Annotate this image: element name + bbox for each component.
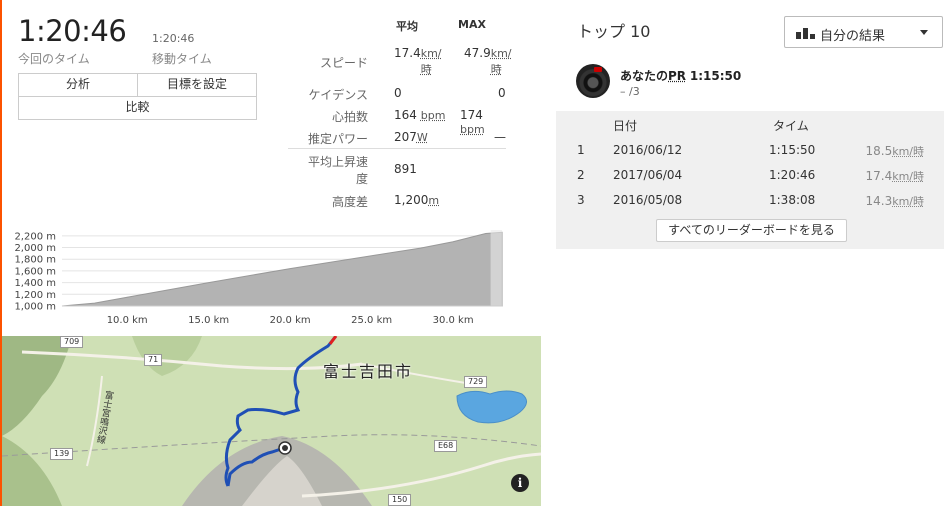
y-tick-label: 2,200 m — [14, 231, 56, 242]
lake — [456, 390, 527, 424]
stat-label: 推定パワー — [307, 132, 368, 146]
forest-north — [132, 336, 202, 376]
stats-divider — [288, 148, 506, 149]
stat-max: 0 — [498, 86, 506, 100]
time: 1:15:50 — [769, 143, 816, 157]
stat-label: スピード — [319, 56, 368, 70]
compare-button[interactable]: 比較 — [19, 97, 256, 119]
date: 2016/05/08 — [613, 193, 683, 207]
y-tick-label: 1,200 m — [14, 290, 56, 301]
x-tick-label: 15.0 km — [188, 315, 229, 326]
avatar[interactable] — [576, 64, 610, 98]
y-tick-label: 1,000 m — [14, 302, 56, 313]
set-goal-button[interactable]: 目標を設定 — [137, 74, 256, 96]
stat-avg: 207W — [394, 130, 428, 144]
pr-rank: – /3 — [620, 85, 640, 98]
table-row[interactable]: 3 2016/05/08 1:38:08 14.3km/時 — [556, 187, 944, 211]
rank: 1 — [577, 143, 585, 157]
moving-time: 1:20:46 — [152, 32, 195, 45]
action-buttons: 分析 目標を設定 比較 — [18, 73, 257, 120]
stat-max: — — [494, 130, 506, 144]
moving-time-label: 移動タイム — [152, 52, 212, 66]
personal-record: あなたのPR 1:15:50 – /3 — [556, 56, 944, 110]
stat-label: 高度差 — [331, 195, 368, 209]
filter-label: 自分の結果 — [820, 29, 886, 44]
speed: 18.5km/時 — [865, 144, 924, 158]
stat-label: 平均上昇速度 — [308, 155, 369, 186]
chevron-down-icon — [920, 30, 928, 35]
finish-flag-icon-center — [282, 445, 288, 451]
road-label: 71 — [144, 354, 163, 366]
analysis-button[interactable]: 分析 — [19, 74, 137, 96]
column-date: 日付 — [613, 119, 638, 133]
view-all-leaderboards-button[interactable]: すべてのリーダーボードを見る — [656, 219, 847, 242]
x-tick-label: 25.0 km — [351, 315, 392, 326]
speed: 14.3km/時 — [865, 194, 924, 208]
x-tick-label: 20.0 km — [270, 315, 311, 326]
road-label: 150 — [388, 494, 412, 506]
bar-chart-icon — [796, 28, 815, 39]
stat-avg: 891 — [394, 162, 417, 176]
rank: 3 — [577, 193, 585, 207]
leaderboard-title: トップ 10 — [577, 22, 651, 41]
elapsed-time-label: 今回のタイム — [18, 52, 90, 66]
elevation-chart[interactable]: 2,200 m2,000 m1,800 m1,600 m1,400 m1,200… — [0, 222, 520, 332]
rank: 2 — [577, 168, 585, 182]
stat-avg: 17.4km/時 — [394, 46, 442, 76]
x-tick-label: 10.0 km — [107, 315, 148, 326]
table-row[interactable]: 1 2016/06/12 1:15:50 18.5km/時 — [556, 137, 944, 161]
avg-header: 平均 — [396, 20, 418, 33]
time: 1:38:08 — [769, 193, 816, 207]
pr-text: あなたのPR 1:15:50 — [620, 69, 742, 83]
column-time: タイム — [773, 119, 809, 133]
elevation-area — [61, 231, 503, 307]
y-tick-label: 1,600 m — [14, 266, 56, 277]
max-header: MAX — [458, 18, 486, 31]
info-icon[interactable]: i — [511, 474, 529, 492]
y-tick-label: 2,000 m — [14, 243, 56, 254]
stat-label: ケイデンス — [308, 88, 368, 102]
road-label: 709 — [60, 336, 84, 348]
stat-avg: 1,200m — [394, 193, 440, 207]
time: 1:20:46 — [769, 168, 816, 182]
elapsed-time: 1:20:46 — [18, 14, 127, 48]
ridge-west — [2, 336, 72, 436]
road-label: 139 — [50, 448, 74, 460]
route-map[interactable]: 富士吉田市 709 71 729 139 E68 150 富士宮鳴沢線 i — [2, 336, 541, 506]
y-tick-label: 1,400 m — [14, 278, 56, 289]
road-label: E68 — [434, 440, 458, 452]
elevation-tail — [490, 230, 502, 306]
results-filter-dropdown[interactable]: 自分の結果 — [784, 16, 943, 48]
ridge-southwest — [2, 436, 62, 506]
date: 2017/06/04 — [613, 168, 683, 182]
map-canvas — [2, 336, 541, 506]
date: 2016/06/12 — [613, 143, 683, 157]
stat-avg: 0 — [394, 86, 402, 100]
y-tick-label: 1,800 m — [14, 255, 56, 266]
stat-label: 心拍数 — [331, 110, 368, 124]
stat-max: 47.9km/時 — [464, 46, 512, 76]
city-label: 富士吉田市 — [323, 362, 414, 381]
stat-avg: 164 bpm — [394, 108, 446, 122]
table-row[interactable]: 2 2017/06/04 1:20:46 17.4km/時 — [556, 162, 944, 186]
road-label: 729 — [464, 376, 488, 388]
leaderboard-table: 日付 タイム 1 2016/06/12 1:15:50 18.5km/時 2 2… — [556, 111, 944, 249]
speed: 17.4km/時 — [865, 169, 924, 183]
x-tick-label: 30.0 km — [433, 315, 474, 326]
